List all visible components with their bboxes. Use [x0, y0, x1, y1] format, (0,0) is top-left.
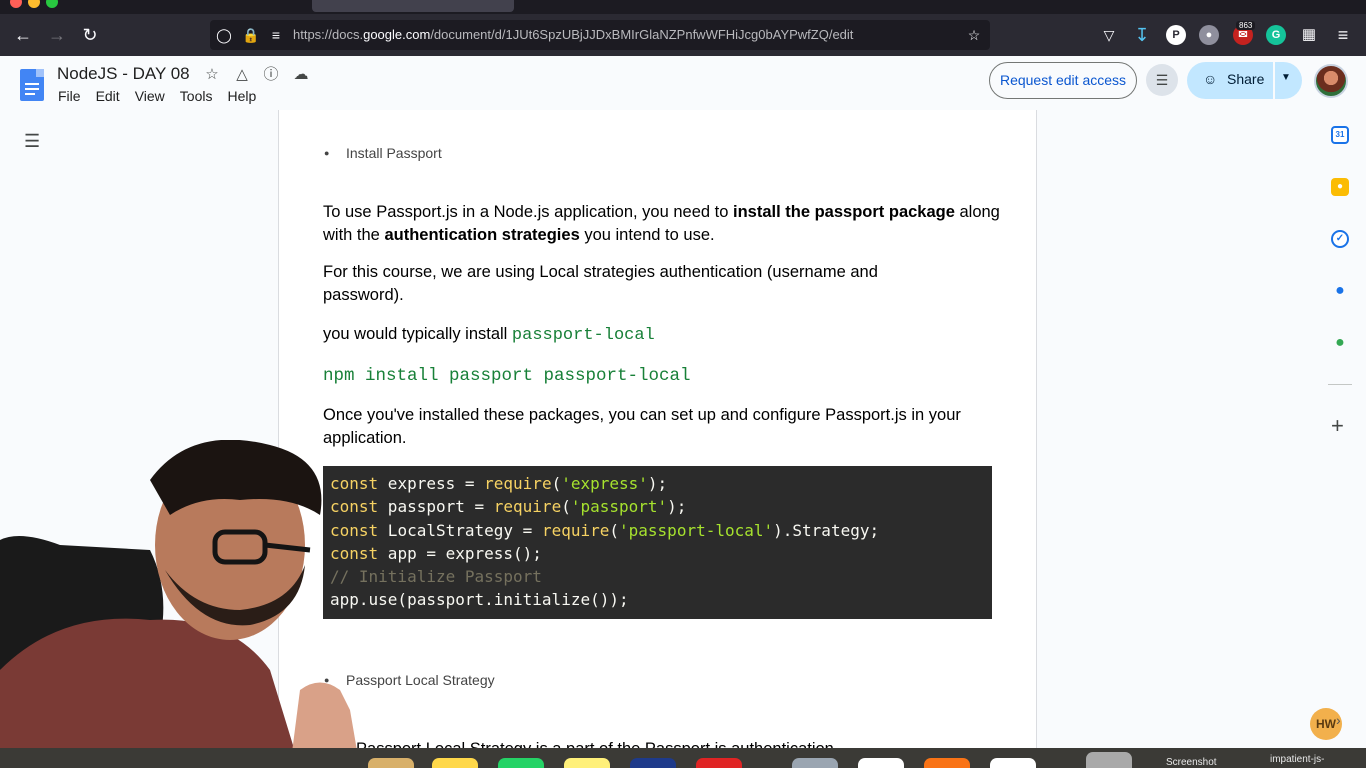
shield-icon[interactable]: ◯ [214, 24, 234, 46]
menu-tools[interactable]: Tools [180, 88, 213, 104]
window-close-icon[interactable] [10, 0, 22, 8]
grammarly-icon[interactable]: G [1266, 25, 1286, 45]
menu-bar: File Edit View Tools Help [58, 88, 271, 104]
dock-finder-icon[interactable] [368, 758, 414, 768]
extension-p-icon[interactable]: P [1166, 25, 1186, 45]
docs-header: NodeJS - DAY 08 ☆ △ ⓘ ☁ File Edit View T… [0, 56, 1366, 110]
download-icon[interactable]: ↧ [1129, 22, 1155, 48]
document-page[interactable]: Install Passport To use Passport.js in a… [278, 110, 1037, 750]
chevron-down-icon[interactable]: ▼ [1281, 72, 1291, 83]
dock-whatsapp-icon[interactable] [498, 758, 544, 768]
code-block: const express = require('express'); cons… [323, 466, 992, 619]
share-label: Share [1227, 71, 1265, 87]
browser-toolbar: ← → ↻ ◯ 🔒 ≡ https://docs.google.com/docu… [0, 14, 1366, 56]
contacts-icon[interactable]: ● [1331, 282, 1349, 300]
account-avatar[interactable] [1314, 64, 1348, 98]
hamburger-menu-icon[interactable]: ≡ [1330, 22, 1356, 48]
share-divider [1273, 62, 1275, 99]
forward-arrow-icon[interactable]: → [44, 22, 70, 48]
side-panel: 31 ● ✓ ● ● + [1314, 110, 1366, 750]
code-line-4: const app = express(); [330, 543, 542, 563]
menu-file[interactable]: File [58, 88, 81, 104]
inline-code-passport-local: passport-local [511, 326, 655, 345]
star-icon[interactable]: ☆ [203, 66, 221, 84]
code-line-3: const LocalStrategy = require('passport-… [330, 520, 880, 540]
keep-icon[interactable]: ● [1331, 178, 1349, 196]
request-edit-access-button[interactable]: Request edit access [989, 62, 1137, 99]
google-docs-logo-icon[interactable] [20, 69, 44, 101]
code-comment-line: // Initialize Passport [330, 567, 542, 587]
people-icon: ☺ [1203, 71, 1218, 87]
dock-keynote-icon[interactable] [858, 758, 904, 768]
move-to-drive-icon[interactable]: △ [233, 66, 251, 84]
browser-tab-strip [0, 0, 1366, 14]
document-title[interactable]: NodeJS - DAY 08 [57, 64, 190, 84]
paragraph-install-intro: To use Passport.js in a Node.js applicat… [323, 203, 1000, 244]
dock-opera-icon[interactable] [696, 758, 742, 768]
dock-app-icon[interactable] [924, 758, 970, 768]
back-arrow-icon[interactable]: ← [10, 22, 36, 48]
calendar-icon[interactable]: 31 [1331, 126, 1349, 144]
add-addon-icon[interactable]: + [1331, 413, 1344, 439]
menu-help[interactable]: Help [227, 88, 256, 104]
menu-edit[interactable]: Edit [96, 88, 120, 104]
npm-install-command: npm install passport passport-local [323, 366, 691, 386]
code-line-6: app.use(passport.initialize()); [330, 590, 629, 610]
menu-view[interactable]: View [135, 88, 165, 104]
bullet-install-passport: Install Passport [324, 145, 442, 162]
chevron-right-icon[interactable]: › [1336, 712, 1341, 728]
dock-notes-icon[interactable] [432, 758, 478, 768]
webcam-presenter-overlay [0, 440, 360, 768]
window-maximize-icon[interactable] [46, 0, 58, 8]
dock-screenshot-label[interactable]: Screenshot [1166, 757, 1217, 768]
window-minimize-icon[interactable] [28, 0, 40, 8]
address-bar[interactable]: ◯ 🔒 ≡ https://docs.google.com/document/d… [210, 20, 990, 50]
cloud-saved-icon[interactable]: ☁ [292, 66, 310, 84]
notification-count-badge: 863 [1236, 21, 1256, 30]
url-text[interactable]: https://docs.google.com/document/d/1JUt6… [293, 27, 853, 42]
mac-dock: Screenshot impatient-js- [0, 748, 1366, 768]
dock-settings-icon[interactable] [792, 758, 838, 768]
document-outline-icon[interactable]: ☰ [24, 131, 40, 152]
pocket-icon[interactable]: ▽ [1096, 22, 1122, 48]
paragraph-local-strategy: For this course, we are using Local stra… [323, 263, 878, 304]
share-button[interactable]: ☺ Share ▼ [1187, 62, 1302, 99]
side-panel-divider [1328, 384, 1352, 385]
paragraph-install-hint: you would typically install passport-loc… [323, 325, 655, 345]
reload-icon[interactable]: ↻ [77, 22, 103, 48]
globe-extension-icon[interactable]: ● [1199, 25, 1219, 45]
bookmark-star-icon[interactable]: ☆ [964, 24, 984, 46]
info-icon[interactable]: ⓘ [262, 66, 280, 84]
dock-impatient-js-label[interactable]: impatient-js- [1270, 754, 1324, 765]
code-line-1: const express = require('express'); [330, 474, 668, 493]
dock-calendar-icon[interactable] [990, 758, 1036, 768]
permissions-icon[interactable]: ≡ [266, 24, 286, 46]
dock-vlc-icon[interactable] [630, 758, 676, 768]
code-line-2: const passport = require('passport'); [330, 497, 687, 517]
extensions-puzzle-icon[interactable]: ▦ [1296, 22, 1322, 48]
dock-stickies-icon[interactable] [564, 758, 610, 768]
active-browser-tab[interactable] [312, 0, 514, 12]
comments-icon[interactable]: ☰ [1146, 64, 1178, 96]
tasks-icon[interactable]: ✓ [1331, 230, 1349, 248]
dock-trash-icon[interactable] [1086, 752, 1132, 768]
maps-icon[interactable]: ● [1331, 334, 1349, 352]
lock-icon[interactable]: 🔒 [241, 24, 261, 46]
paragraph-configure: Once you've installed these packages, yo… [323, 406, 961, 447]
